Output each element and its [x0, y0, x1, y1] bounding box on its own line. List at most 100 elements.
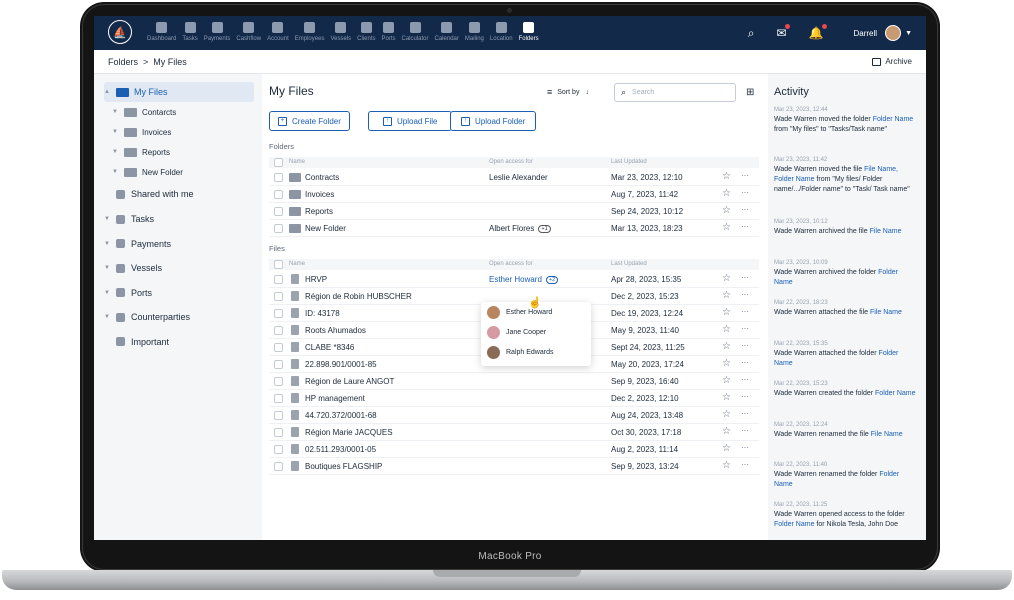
grid-view-icon[interactable]: ⊞	[746, 87, 754, 98]
row-checkbox[interactable]	[274, 292, 283, 301]
search-icon[interactable]: ⌕	[748, 26, 755, 41]
popup-person[interactable]: Esther Howard	[487, 306, 552, 319]
nav-item-mailing[interactable]: Mailing	[462, 22, 487, 42]
more-icon[interactable]: ···	[741, 392, 749, 401]
nav-item-tasks[interactable]: Tasks	[179, 22, 200, 42]
access-count-badge[interactable]: +1	[538, 225, 551, 233]
mail-icon[interactable]: ✉	[776, 24, 790, 40]
more-icon[interactable]: ···	[741, 460, 749, 469]
table-row[interactable]: HRVP Esther Howard +2 Apr 28, 2023, 15:35 ☆ ·…	[269, 271, 759, 288]
row-checkbox[interactable]	[274, 326, 283, 335]
star-icon[interactable]: ☆	[722, 392, 731, 403]
star-icon[interactable]: ☆	[722, 375, 731, 386]
sidebar-item-tasks[interactable]: ▼ Tasks	[104, 209, 154, 229]
activity-link[interactable]: Folder Name	[873, 116, 913, 123]
star-icon[interactable]: ☆	[722, 426, 731, 437]
more-icon[interactable]: ···	[741, 307, 749, 316]
breadcrumb-root[interactable]: Folders	[108, 57, 138, 67]
row-checkbox[interactable]	[274, 224, 283, 233]
more-icon[interactable]: ···	[741, 290, 749, 299]
row-checkbox[interactable]	[274, 190, 283, 199]
more-icon[interactable]: ···	[741, 222, 749, 231]
sidebar-item-vessels[interactable]: ▼ Vessels	[104, 258, 162, 278]
nav-item-location[interactable]: Location	[487, 22, 516, 42]
row-checkbox[interactable]	[274, 377, 283, 386]
row-checkbox[interactable]	[274, 445, 283, 454]
bell-icon[interactable]: 🔔	[809, 24, 827, 40]
row-checkbox[interactable]	[274, 428, 283, 437]
star-icon[interactable]: ☆	[722, 324, 731, 335]
table-row[interactable]: Boutiques FLAGSHIP Sep 9, 2023, 13:24 ☆ ···	[269, 458, 759, 475]
archive-button[interactable]: Archive	[872, 57, 912, 66]
more-icon[interactable]: ···	[741, 171, 749, 180]
table-row[interactable]: Invoices Aug 7, 2023, 11:42 ☆ ···	[269, 186, 759, 203]
row-checkbox[interactable]	[274, 207, 283, 216]
sidebar-subfolder-new-folder[interactable]: ▼ New Folder	[112, 162, 183, 182]
table-row[interactable]: Reports Sep 24, 2023, 10:12 ☆ ···	[269, 203, 759, 220]
activity-link[interactable]: File Name	[871, 431, 903, 438]
activity-link[interactable]: File Name	[870, 228, 902, 235]
more-icon[interactable]: ···	[741, 443, 749, 452]
access-count-badge[interactable]: +2	[545, 276, 559, 284]
sidebar-item-payments[interactable]: ▼ Payments	[104, 234, 171, 254]
star-icon[interactable]: ☆	[722, 290, 731, 301]
star-icon[interactable]: ☆	[722, 358, 731, 369]
table-row[interactable]: New Folder Albert Flores +1 Mar 13, 2023, 1…	[269, 220, 759, 237]
more-icon[interactable]: ···	[741, 273, 749, 282]
star-icon[interactable]: ☆	[722, 188, 731, 199]
sidebar-item-important[interactable]: Important	[104, 332, 169, 352]
more-icon[interactable]: ···	[741, 358, 749, 367]
sidebar-subfolder-contarcts[interactable]: ▼ Contarcts	[112, 102, 176, 122]
more-icon[interactable]: ···	[741, 409, 749, 418]
nav-item-ports[interactable]: Ports	[378, 22, 398, 42]
search-input[interactable]: ⌕ Search	[614, 83, 736, 102]
star-icon[interactable]: ☆	[722, 307, 731, 318]
sidebar-subfolder-reports[interactable]: ▼ Reports	[112, 142, 170, 162]
sort-button[interactable]: ≡ Sort by ↓	[547, 87, 589, 97]
nav-item-folders[interactable]: Folders	[516, 22, 542, 42]
nav-item-employees[interactable]: Employees	[292, 22, 328, 42]
table-row[interactable]: Région Marie JACQUES Oct 30, 2023, 17:18 ☆…	[269, 424, 759, 441]
sidebar-subfolder-invoices[interactable]: ▼ Invoices	[112, 122, 171, 142]
sidebar-item-ports[interactable]: ▼ Ports	[104, 283, 152, 303]
nav-item-clients[interactable]: Clients	[354, 22, 378, 42]
more-icon[interactable]: ···	[741, 205, 749, 214]
activity-link[interactable]: Folder Name	[875, 390, 915, 397]
more-icon[interactable]: ···	[741, 426, 749, 435]
nav-item-vessels[interactable]: Vessels	[327, 22, 354, 42]
sidebar-item-shared[interactable]: Shared with me	[104, 184, 194, 204]
nav-item-calendar[interactable]: Calendar	[432, 22, 462, 42]
row-checkbox[interactable]	[274, 275, 283, 284]
table-row[interactable]: 44.720.372/0001-68 Aug 24, 2023, 13:48 ☆ ··…	[269, 407, 759, 424]
table-row[interactable]: 02.511.293/0001-05 Aug 2, 2023, 11:14 ☆ ···	[269, 441, 759, 458]
nav-item-calculator[interactable]: Calculator	[399, 22, 432, 42]
row-checkbox[interactable]	[274, 394, 283, 403]
row-checkbox[interactable]	[274, 343, 283, 352]
upload-file-button[interactable]: ↑ Upload File	[368, 111, 453, 131]
sidebar-item-counterparties[interactable]: ▼ Counterparties	[104, 307, 190, 327]
row-checkbox[interactable]	[274, 411, 283, 420]
row-checkbox[interactable]	[274, 173, 283, 182]
nav-item-payments[interactable]: Payments	[201, 22, 234, 42]
more-icon[interactable]: ···	[741, 375, 749, 384]
sidebar-item-my-files[interactable]: ▲ My Files	[104, 82, 254, 102]
star-icon[interactable]: ☆	[722, 205, 731, 216]
activity-link[interactable]: File Name	[870, 309, 902, 316]
activity-link[interactable]: Folder Name	[774, 521, 814, 528]
create-folder-button[interactable]: + Create Folder	[269, 111, 350, 131]
star-icon[interactable]: ☆	[722, 460, 731, 471]
star-icon[interactable]: ☆	[722, 273, 731, 284]
star-icon[interactable]: ☆	[722, 171, 731, 182]
more-icon[interactable]: ···	[741, 188, 749, 197]
nav-item-account[interactable]: Account	[264, 22, 292, 42]
more-icon[interactable]: ···	[741, 324, 749, 333]
star-icon[interactable]: ☆	[722, 409, 731, 420]
table-row[interactable]: Contracts Leslie Alexander Mar 23, 2023, 1…	[269, 169, 759, 186]
table-row[interactable]: Région de Laure ANGOT Sep 9, 2023, 16:40 ☆…	[269, 373, 759, 390]
row-checkbox[interactable]	[274, 360, 283, 369]
logo-icon[interactable]: ⛵	[108, 20, 132, 44]
row-access[interactable]: Esther Howard +2	[489, 275, 559, 284]
upload-folder-button[interactable]: ↑ Upload Folder	[450, 111, 537, 131]
row-access[interactable]: Albert Flores +1	[489, 224, 551, 233]
nav-item-dashboard[interactable]: Dashboard	[144, 22, 179, 42]
